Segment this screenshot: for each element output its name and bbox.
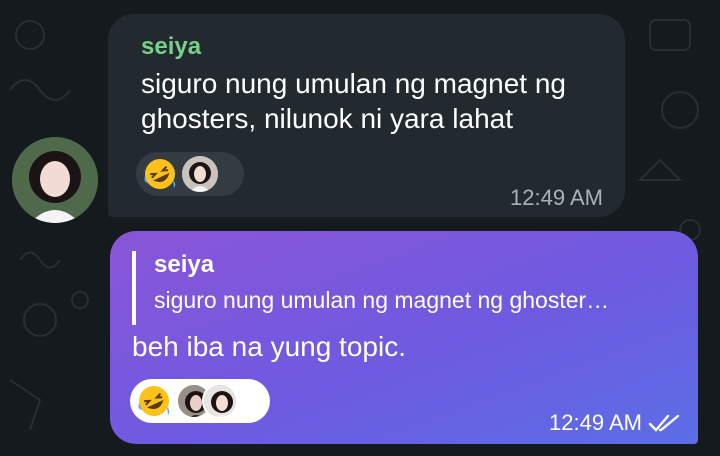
reactor-avatar <box>202 383 238 419</box>
reply-quote-sender: seiya <box>154 251 215 278</box>
outgoing-reaction-chip[interactable] <box>130 379 270 423</box>
reply-quote[interactable]: seiya siguro nung umulan ng magnet ng gh… <box>132 251 687 325</box>
incoming-message-text: siguro nung umulan ng magnet ng ghosters… <box>141 68 566 134</box>
reactor-avatar-stack <box>176 383 238 419</box>
outgoing-timestamp: 12:49 AM <box>549 410 642 435</box>
double-check-read-icon <box>648 414 680 432</box>
incoming-reaction-chip[interactable] <box>136 152 244 196</box>
outgoing-message-bubble[interactable]: seiya siguro nung umulan ng magnet ng gh… <box>110 231 698 444</box>
outgoing-message-text: beh iba na yung topic. <box>132 331 406 362</box>
reply-quote-text: siguro nung umulan ng magnet ng ghoster… <box>154 287 610 313</box>
sender-name[interactable]: seiya <box>141 33 201 61</box>
rolling-on-floor-laughing-icon <box>138 386 170 416</box>
reactor-avatar <box>182 156 218 192</box>
incoming-message-bubble[interactable]: seiya siguro nung umulan ng magnet ng gh… <box>108 14 625 217</box>
sender-avatar[interactable] <box>12 137 98 223</box>
incoming-timestamp: 12:49 AM <box>510 185 603 210</box>
rolling-on-floor-laughing-icon <box>144 159 176 189</box>
avatar-portrait-icon <box>12 137 98 223</box>
